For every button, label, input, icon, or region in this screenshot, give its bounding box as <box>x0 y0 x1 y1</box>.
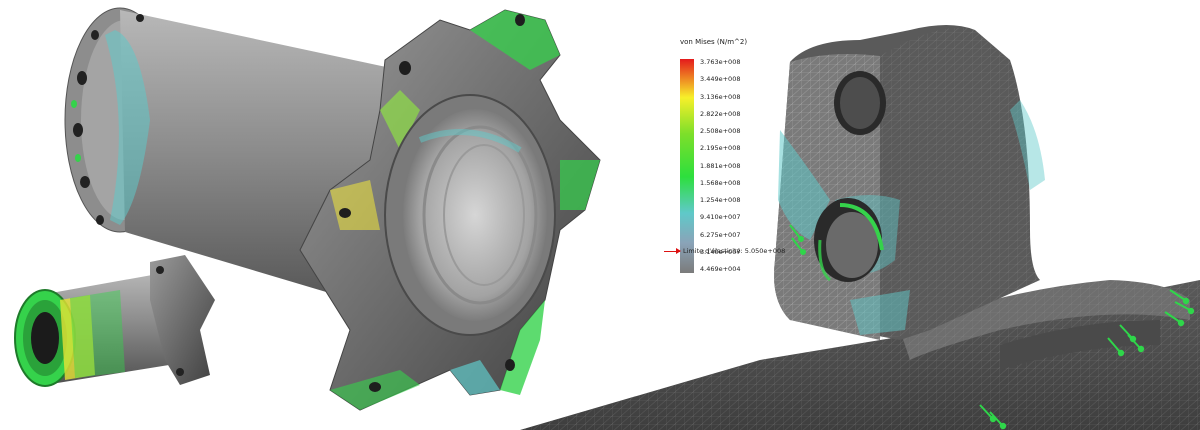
legend-title: von Mises (N/m^2) <box>680 38 748 46</box>
legend-tick-9: 9.410e+007 <box>700 213 741 222</box>
legend-tick-2: 3.136e+008 <box>700 92 741 101</box>
legend-ticks: 3.763e+008 3.449e+008 3.136e+008 2.822e+008… <box>700 59 790 273</box>
legend-tick-1: 3.449e+008 <box>700 75 741 84</box>
meshed-bracket-model <box>520 25 1200 430</box>
legend-tick-12: 4.469e+004 <box>700 265 741 273</box>
legend-tick-7: 1.568e+008 <box>700 178 741 187</box>
yield-strength-label: Limite d'élasticité: 5.050e+008 <box>664 247 785 255</box>
legend-tick-5: 2.195e+008 <box>700 144 741 153</box>
legend-tick-10: 6.275e+007 <box>700 230 741 239</box>
red-arrow-icon <box>664 247 681 254</box>
stress-legend: von Mises (N/m^2) 3.763e+008 3.449e+008 3.… <box>676 38 796 273</box>
legend-tick-4: 2.508e+008 <box>700 127 741 135</box>
legend-tick-6: 1.881e+008 <box>700 161 741 170</box>
small-hub-model <box>14 255 215 387</box>
legend-tick-3: 2.822e+008 <box>700 109 741 118</box>
fea-render-scene <box>14 7 1200 430</box>
legend-tick-8: 1.254e+008 <box>700 196 741 204</box>
legend-tick-0: 3.763e+008 <box>700 58 741 66</box>
yield-text: Limite d'élasticité: 5.050e+008 <box>683 247 786 255</box>
legend-color-bar <box>680 59 694 273</box>
